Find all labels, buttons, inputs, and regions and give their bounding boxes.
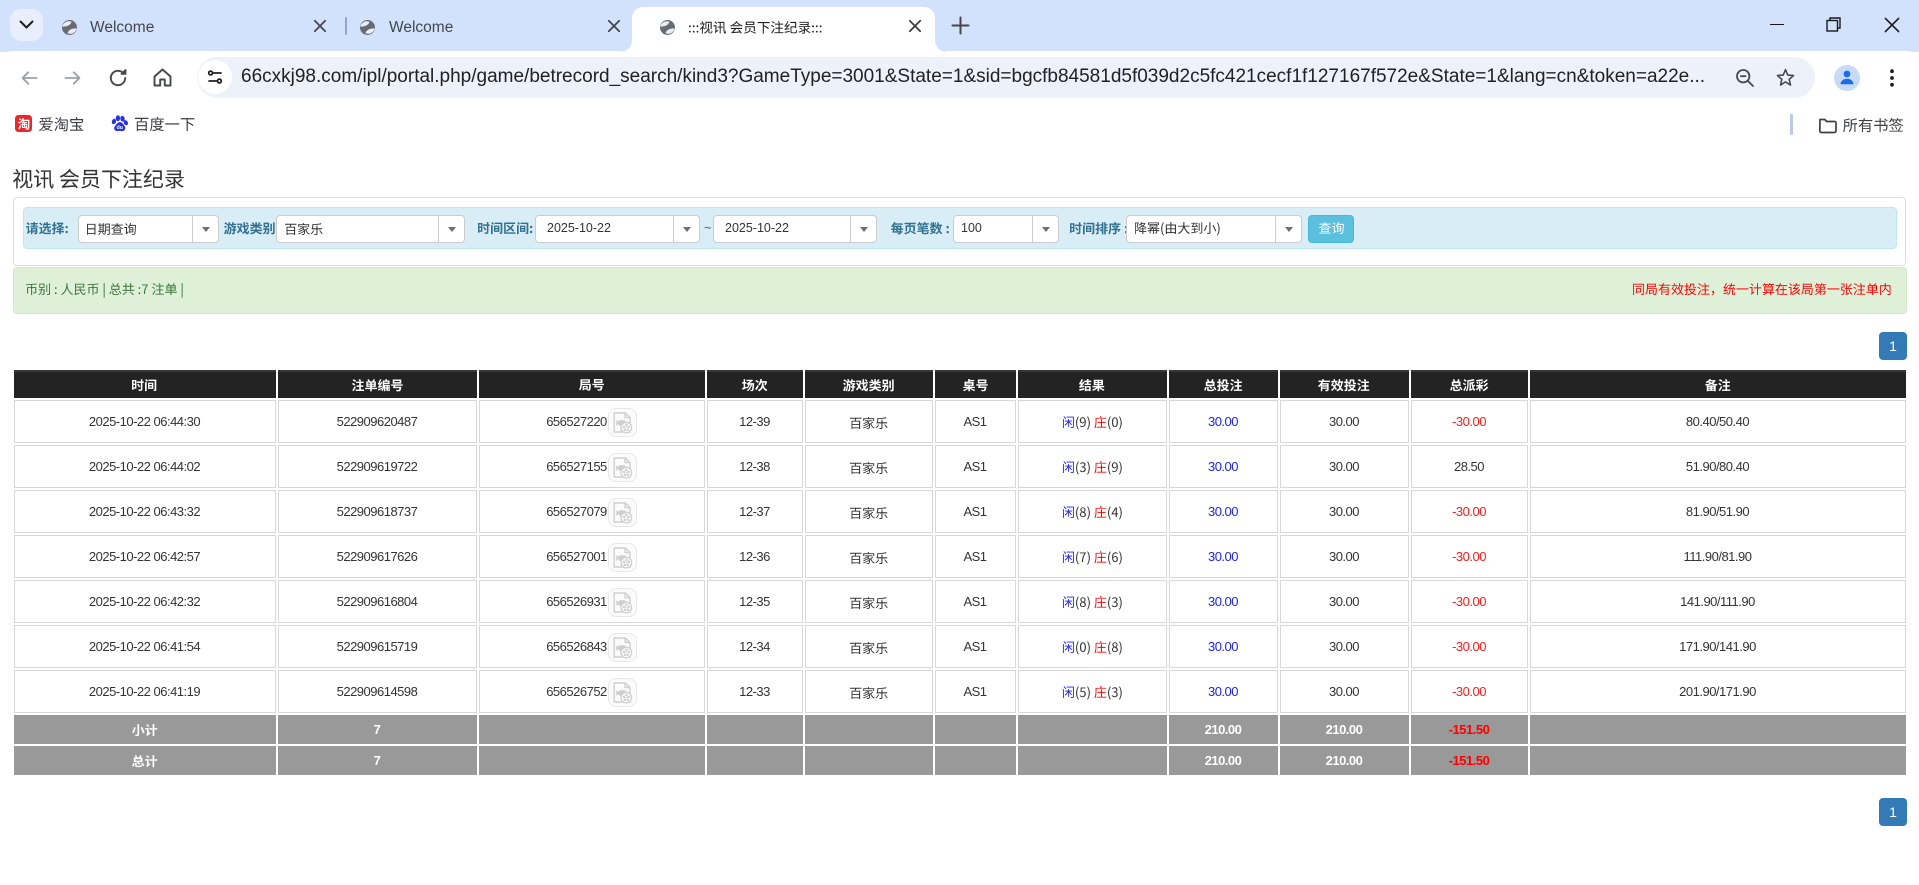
- svg-text:du: du: [117, 125, 123, 131]
